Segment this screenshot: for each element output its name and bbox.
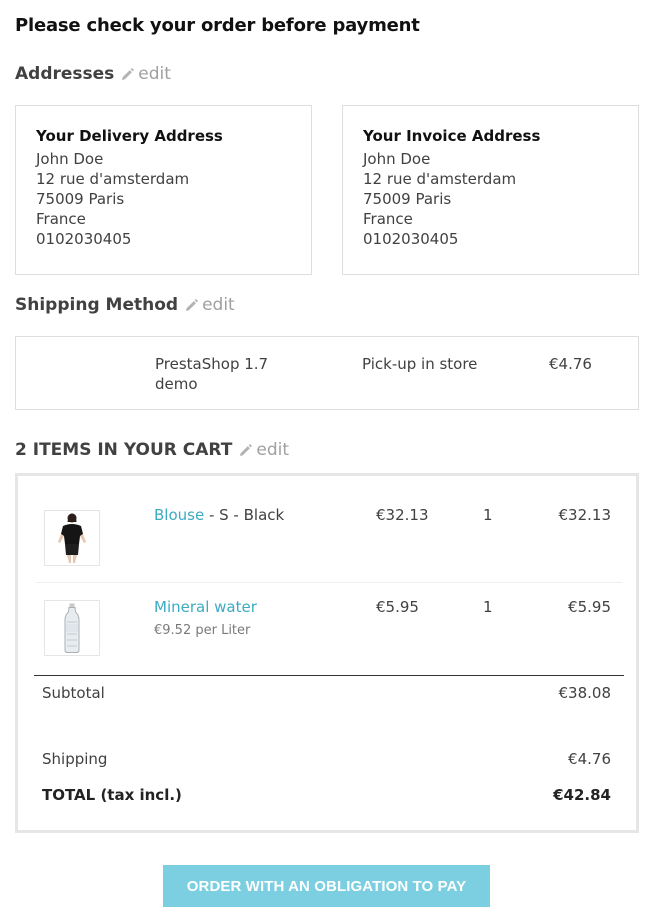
cart-edit-link[interactable]: edit (239, 440, 289, 460)
delivery-address-line: John Doe (36, 150, 104, 168)
addresses-edit-label: edit (138, 64, 171, 84)
water-bottle-icon (64, 603, 80, 653)
shipping-method-edit-label: edit (202, 295, 235, 315)
pencil-icon (122, 67, 135, 80)
shipping-value: €4.76 (568, 750, 611, 768)
cart-item-row: Blouse - S - Black €32.13 1 €32.13 (36, 490, 622, 582)
cart-item-row: Mineral water €9.52 per Liter €5.95 1 €5… (36, 582, 622, 674)
quantity: 1 (483, 598, 493, 616)
delivery-address-line: 12 rue d'amsterdam (36, 170, 190, 188)
delivery-address-card: Your Delivery Address John Doe 12 rue d'… (15, 105, 312, 275)
total-label: TOTAL (tax incl.) (42, 786, 182, 804)
totals-divider (34, 675, 624, 676)
product-title: Mineral water (154, 598, 257, 616)
cart-summary-box: Blouse - S - Black €32.13 1 €32.13 Miner… (15, 473, 639, 833)
total-value: €42.84 (553, 786, 611, 804)
invoice-address-line: France (363, 210, 413, 228)
line-total: €32.13 (558, 506, 612, 524)
product-attributes: - S - Black (204, 506, 285, 524)
shipping-method-heading-label: Shipping Method (15, 295, 179, 315)
product-link-mineral-water[interactable]: Mineral water (154, 598, 257, 616)
invoice-address-card: Your Invoice Address John Doe 12 rue d'a… (342, 105, 639, 275)
page-title: Please check your order before payment (15, 15, 420, 36)
cart-edit-label: edit (256, 440, 289, 460)
delivery-address-title: Your Delivery Address (36, 127, 223, 145)
subtotal-label: Subtotal (42, 684, 105, 702)
unit-price-note: €9.52 per Liter (154, 623, 251, 638)
delivery-address-line: 0102030405 (36, 230, 132, 248)
product-link-blouse[interactable]: Blouse (154, 506, 204, 524)
carrier-name-line: demo (155, 375, 198, 393)
shipping-label: Shipping (42, 750, 108, 768)
invoice-address-line: 12 rue d'amsterdam (363, 170, 517, 188)
shipping-method-card: PrestaShop 1.7 demo Pick-up in store €4.… (15, 336, 639, 410)
cart-heading-label: 2 ITEMS IN YOUR CART (15, 440, 233, 460)
carrier-delay: Pick-up in store (362, 355, 478, 373)
shipping-method-edit-link[interactable]: edit (185, 295, 235, 315)
delivery-address-line: 75009 Paris (36, 190, 125, 208)
quantity: 1 (483, 506, 493, 524)
addresses-heading-label: Addresses (15, 64, 115, 84)
pencil-icon (186, 298, 198, 311)
cart-heading: 2 ITEMS IN YOUR CART edit (15, 440, 289, 460)
line-total: €5.95 (568, 598, 611, 616)
carrier-price: €4.76 (549, 355, 592, 373)
subtotal-value: €38.08 (558, 684, 612, 702)
addresses-edit-link[interactable]: edit (121, 64, 171, 84)
carrier-name: PrestaShop 1.7 demo (155, 354, 268, 394)
unit-price: €5.95 (376, 598, 419, 616)
blouse-product-icon (58, 513, 86, 563)
blouse-thumbnail[interactable] (44, 510, 100, 566)
invoice-address-line: 75009 Paris (363, 190, 452, 208)
invoice-address-line: John Doe (363, 150, 431, 168)
carrier-name-line: PrestaShop 1.7 (155, 355, 269, 373)
invoice-address-title: Your Invoice Address (363, 127, 541, 145)
water-thumbnail[interactable] (44, 600, 100, 656)
product-title: Blouse - S - Black (154, 506, 284, 524)
pencil-icon (240, 443, 253, 456)
order-payment-button[interactable]: ORDER WITH AN OBLIGATION TO PAY (163, 865, 490, 907)
addresses-heading: Addresses edit (15, 64, 171, 84)
delivery-address-line: France (36, 210, 86, 228)
invoice-address-line: 0102030405 (363, 230, 459, 248)
unit-price: €32.13 (376, 506, 429, 524)
shipping-method-heading: Shipping Method edit (15, 295, 235, 315)
